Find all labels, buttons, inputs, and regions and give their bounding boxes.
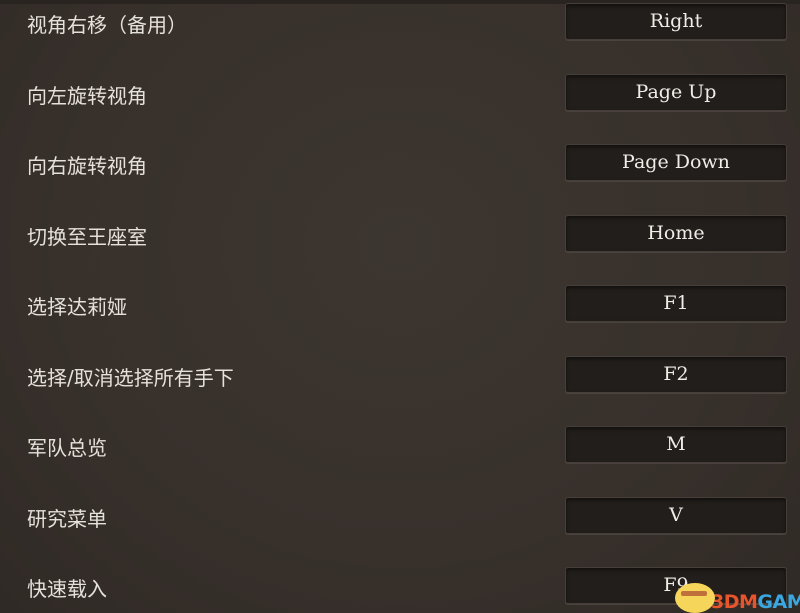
keybinding-row: 研究菜单 V bbox=[0, 496, 800, 536]
key-binding-button[interactable]: V bbox=[565, 497, 787, 534]
action-label: 向右旋转视角 bbox=[27, 154, 147, 178]
action-label: 选择达莉娅 bbox=[27, 295, 127, 319]
key-binding-button[interactable]: Page Up bbox=[565, 74, 787, 111]
key-binding-button[interactable]: F1 bbox=[565, 285, 787, 322]
action-label: 切换至王座室 bbox=[27, 225, 147, 249]
keybinding-row: 视角右移（备用） Right bbox=[0, 2, 800, 42]
keybinding-row: 切换至王座室 Home bbox=[0, 214, 800, 254]
key-binding-button[interactable]: Home bbox=[565, 215, 787, 252]
action-label: 向左旋转视角 bbox=[27, 84, 147, 108]
keybinding-row: 军队总览 M bbox=[0, 425, 800, 465]
watermark-text-game: GAME bbox=[757, 591, 800, 613]
chick-mascot-icon bbox=[675, 583, 715, 613]
key-binding-button[interactable]: F2 bbox=[565, 356, 787, 393]
action-label: 视角右移（备用） bbox=[27, 13, 187, 37]
key-binding-button[interactable]: Right bbox=[565, 3, 787, 40]
keybinding-row: 向右旋转视角 Page Down bbox=[0, 143, 800, 183]
action-label: 军队总览 bbox=[27, 436, 107, 460]
key-binding-button[interactable]: Page Down bbox=[565, 144, 787, 181]
keybinding-row: 选择达莉娅 F1 bbox=[0, 284, 800, 324]
keybinding-row: 向左旋转视角 Page Up bbox=[0, 73, 800, 113]
action-label: 研究菜单 bbox=[27, 507, 107, 531]
action-label: 快速载入 bbox=[27, 577, 107, 601]
watermark-logo: 3DMGAME bbox=[675, 577, 800, 613]
key-binding-button[interactable]: M bbox=[565, 426, 787, 463]
keybinding-row: 选择/取消选择所有手下 F2 bbox=[0, 355, 800, 395]
watermark-text-3dm: 3DM bbox=[711, 591, 758, 613]
action-label: 选择/取消选择所有手下 bbox=[27, 366, 234, 390]
